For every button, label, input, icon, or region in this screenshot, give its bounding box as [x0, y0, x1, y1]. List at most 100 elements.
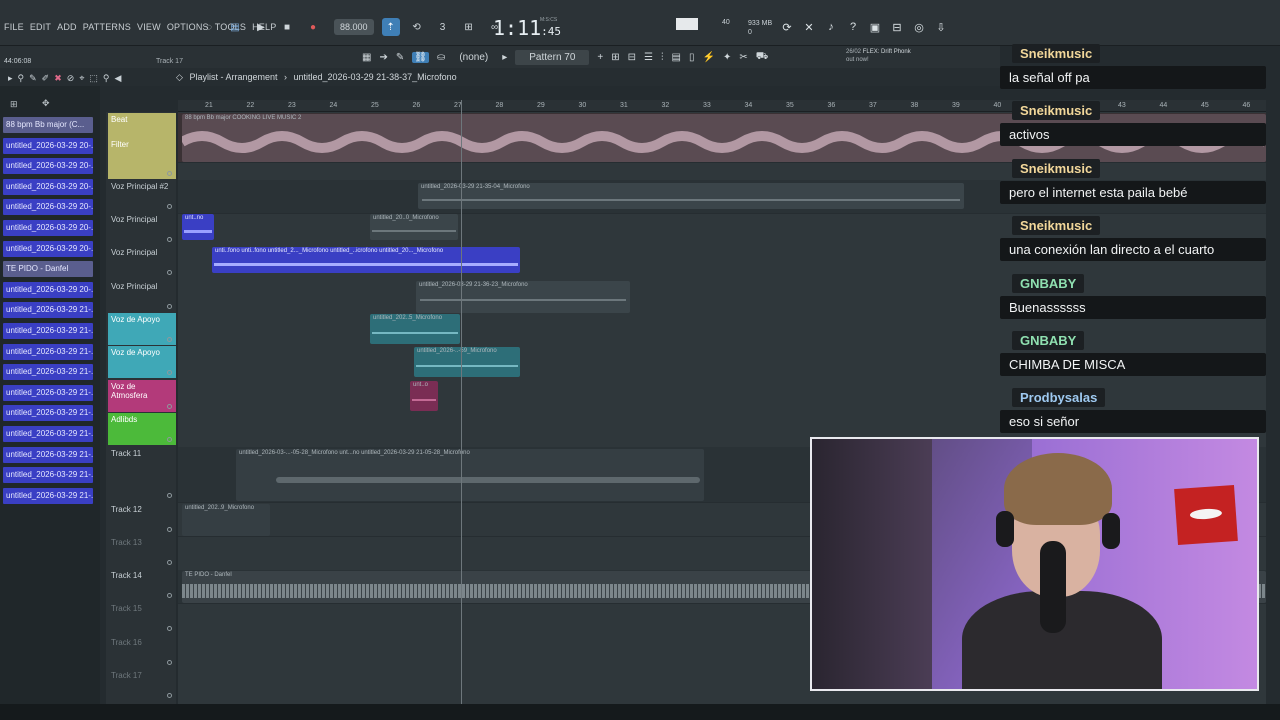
picker-item[interactable]: untitled_2026-03-29 21-...	[3, 467, 93, 484]
tools-icon[interactable]: ✂	[739, 52, 747, 63]
breadcrumb-section[interactable]: Playlist - Arrangement	[189, 72, 277, 82]
picker-item[interactable]: untitled_2026-03-29 20-...	[3, 281, 93, 298]
brush-icon[interactable]: ✎	[396, 52, 404, 63]
track-header[interactable]: Track 12	[108, 503, 176, 535]
cart-icon[interactable]: ⛟	[756, 51, 769, 64]
chat-username[interactable]: GNBABY	[1012, 273, 1085, 293]
track-dot-icon[interactable]	[167, 237, 172, 242]
clip-vp3[interactable]: unti..fono unti..fono untitled_2..._Micr…	[212, 247, 520, 273]
track-dot-icon[interactable]	[167, 337, 172, 342]
track-dot-icon[interactable]	[167, 204, 172, 209]
clip-vp-a[interactable]: unt..no	[182, 214, 214, 240]
picker-item[interactable]: TE PIDO - Danfel	[3, 261, 93, 278]
magnet-icon[interactable]: ⚲	[18, 73, 25, 84]
track-dot-icon[interactable]	[167, 437, 172, 442]
clip-vp-b[interactable]: untitled_20..0_Microfono	[370, 214, 458, 240]
step-icon[interactable]: ⊞	[460, 18, 478, 36]
picker-item[interactable]: untitled_2026-03-29 21-...	[3, 426, 93, 442]
track-dot-icon[interactable]	[167, 527, 172, 532]
track-dot-icon[interactable]	[167, 370, 172, 375]
playlist-icon[interactable]: ☰	[644, 52, 653, 63]
chat-username[interactable]: Sneikmusic	[1012, 216, 1101, 236]
clip-vp2[interactable]: untitled_2026-03-29 21-35-04_Microfono	[418, 183, 964, 209]
playhead[interactable]	[461, 100, 462, 704]
clip-track-12[interactable]: untitled_202..9_Microfono	[182, 504, 270, 536]
wait-icon[interactable]: ⟲	[408, 18, 426, 36]
piano-icon[interactable]: ▦	[362, 52, 371, 63]
track-header[interactable]: Track 13	[108, 536, 176, 568]
eq-icon[interactable]: ⫶	[661, 52, 664, 63]
picker-item[interactable]: untitled_2026-03-29 21-...	[3, 364, 93, 381]
stop-button[interactable]: ■	[278, 18, 296, 36]
picker-item[interactable]: untitled_2026-03-29 21-...	[3, 384, 93, 401]
chat-username[interactable]: Sneikmusic	[1012, 158, 1101, 178]
undo-icon[interactable]: ⟳	[780, 20, 794, 34]
download-icon[interactable]: ⇩	[934, 20, 948, 34]
none-selector[interactable]: (none)	[459, 52, 488, 63]
gear-icon[interactable]: ✦	[723, 52, 731, 63]
tempo-display[interactable]: 88.000	[334, 19, 374, 35]
link-icon[interactable]: ⛓	[412, 52, 429, 63]
browser-icon[interactable]: ▤	[672, 52, 681, 63]
picker-item[interactable]: untitled_2026-03-29 21-...	[3, 487, 93, 504]
clip-apoyo-2[interactable]: untitled_2026-..-59_Microfono	[414, 347, 520, 377]
arrow-small-icon[interactable]: ▸	[502, 52, 507, 63]
menu-file[interactable]: FILE	[4, 22, 24, 32]
track-header[interactable]: Voz de Atmosfera	[108, 380, 176, 412]
track-dot-icon[interactable]	[167, 626, 172, 631]
snap-icon[interactable]: ⇡	[381, 18, 400, 36]
help-icon[interactable]: ?	[846, 20, 860, 34]
stamp-icon[interactable]: ⛀	[437, 52, 445, 63]
picker-grid-icon[interactable]: ⊞	[10, 99, 18, 110]
track-header[interactable]: Voz Principal	[108, 246, 176, 278]
picker-item[interactable]: untitled_2026-03-29 20-...	[3, 137, 93, 154]
picker-item[interactable]: untitled_2026-03-29 20-...	[3, 220, 93, 236]
picker-item[interactable]: untitled_2026-03-29 20-...	[3, 178, 93, 195]
picker-item[interactable]: untitled_2026-03-29 20-...	[3, 199, 93, 216]
track-dot-icon[interactable]	[167, 693, 172, 698]
song-mode-icon[interactable]: ▤	[226, 18, 244, 36]
clip-track-11[interactable]: untitled_2026-03-...-05-28_Microfono unt…	[236, 449, 704, 501]
track-header[interactable]: Track 16	[108, 636, 176, 668]
picker-item[interactable]: untitled_2026-03-29 21-...	[3, 343, 93, 360]
picker-item[interactable]: untitled_2026-03-29 21-...	[3, 323, 93, 339]
clip-apoyo-1[interactable]: untitled_202..5_Microfono	[370, 314, 460, 344]
cpu-icon[interactable]: ✕	[802, 20, 816, 34]
add-pattern-icon[interactable]: +	[597, 52, 603, 63]
track-header[interactable]: Voz de Apoyo	[108, 346, 176, 378]
track-header[interactable]: Track 14	[108, 569, 176, 601]
delete-icon[interactable]: ✖	[54, 73, 62, 84]
track-dot-icon[interactable]	[167, 270, 172, 275]
track-dot-icon[interactable]	[167, 493, 172, 498]
track-dot-icon[interactable]	[167, 660, 172, 665]
track-header[interactable]: Voz Principal	[108, 213, 176, 245]
chat-icon[interactable]: ◎	[912, 20, 926, 34]
picker-item[interactable]: untitled_2026-03-29 20-...	[3, 158, 93, 175]
countdown-icon[interactable]: 3	[434, 18, 452, 36]
track-header[interactable]: Track 11	[108, 447, 176, 501]
track-dot-icon[interactable]	[167, 404, 172, 409]
clip-atmosfera[interactable]: unt..o	[410, 381, 438, 411]
track-dot-icon[interactable]	[167, 304, 172, 309]
chat-username[interactable]: Sneikmusic	[1012, 44, 1101, 63]
chat-username[interactable]: Sneikmusic	[1012, 101, 1101, 121]
chat-username[interactable]: Prodbysalas	[1012, 388, 1106, 408]
menu-edit[interactable]: EDIT	[30, 22, 51, 32]
chat-username[interactable]: GNBABY	[1012, 331, 1085, 350]
mic-icon[interactable]: ♪	[824, 20, 838, 34]
select-icon[interactable]: ⬚	[89, 73, 98, 84]
track-header[interactable]: Track 17	[108, 669, 176, 701]
menu-patterns[interactable]: PATTERNS	[83, 22, 131, 32]
clip-vp4[interactable]: untitled_2026-03-29 21-36-23_Microfono	[416, 281, 630, 313]
pencil-icon[interactable]: ✎	[29, 73, 37, 84]
track-header[interactable]: Track 15	[108, 602, 176, 634]
file-icon[interactable]: ▯	[689, 52, 695, 63]
track-header[interactable]: Voz de Apoyo	[108, 313, 176, 345]
picker-item[interactable]: untitled_2026-03-29 21-...	[3, 405, 93, 422]
play-button[interactable]: ▶	[252, 18, 270, 36]
track-header[interactable]: Voz Principal	[108, 280, 176, 312]
picker-item[interactable]: 88 bpm Bb major (C...	[3, 117, 93, 133]
picker-item[interactable]: untitled_2026-03-29 20-...	[3, 240, 93, 257]
record-button[interactable]: ●	[304, 18, 322, 36]
mixer-icon[interactable]: ⊞	[611, 52, 619, 63]
